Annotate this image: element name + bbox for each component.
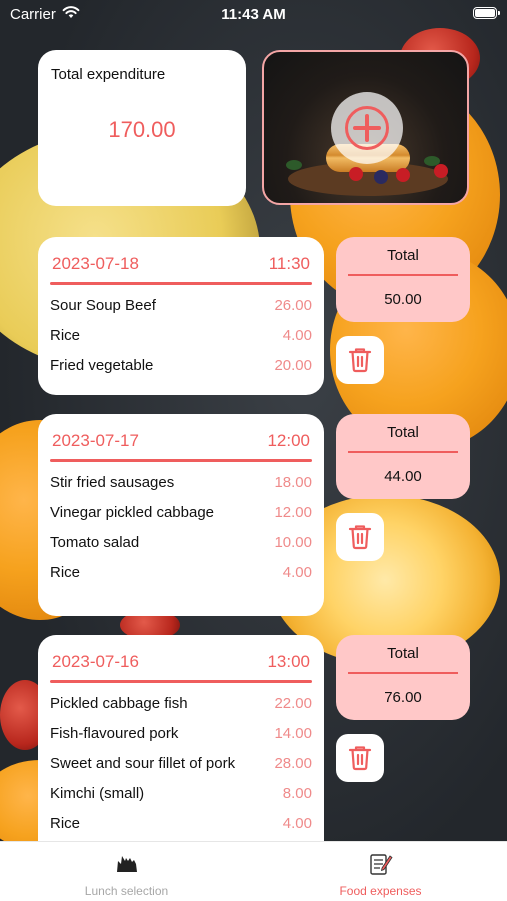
trash-icon [348, 348, 372, 373]
tab-label: Food expenses [339, 884, 422, 898]
item-name: Stir fried sausages [50, 474, 175, 491]
list-item: Vinegar pickled cabbage 12.00 [50, 502, 312, 524]
item-price: 12.00 [274, 504, 312, 521]
list-item: Fish-flavoured pork 14.00 [50, 723, 312, 745]
list-item: Sweet and sour fillet of pork 28.00 [50, 753, 312, 775]
record-date: 2023-07-18 [52, 254, 139, 273]
record-total-box: Total 44.00 [336, 414, 470, 499]
list-item: Stir fried sausages 18.00 [50, 472, 312, 494]
item-price: 10.00 [274, 534, 312, 551]
divider [348, 451, 458, 453]
list-item: Sour Soup Beef 26.00 [50, 295, 312, 317]
item-name: Kimchi (small) [50, 785, 145, 802]
divider [50, 459, 312, 462]
list-item: Pickled cabbage fish 22.00 [50, 693, 312, 715]
trash-icon [348, 525, 372, 550]
record-time: 13:00 [267, 652, 310, 671]
record-date: 2023-07-17 [52, 431, 139, 450]
record-date: 2023-07-16 [52, 652, 139, 671]
tab-food-expenses[interactable]: Food expenses [254, 842, 507, 901]
expense-record[interactable]: 2023-07-17 12:00 Stir fried sausages 18.… [38, 414, 324, 616]
total-expenditure-label: Total expenditure [51, 66, 166, 83]
item-name: Rice [50, 564, 81, 581]
list-item: Rice 4.00 [50, 813, 312, 835]
list-item: Kimchi (small) 8.00 [50, 783, 312, 805]
divider [50, 680, 312, 683]
item-price: 18.00 [274, 474, 312, 491]
item-name: Sweet and sour fillet of pork [50, 755, 236, 772]
list-item: Rice 4.00 [50, 325, 312, 347]
receipt-pen-icon [369, 854, 393, 875]
tab-label: Lunch selection [84, 884, 169, 898]
item-name: Sour Soup Beef [50, 297, 156, 314]
divider [348, 672, 458, 674]
item-price: 22.00 [274, 695, 312, 712]
divider [50, 282, 312, 285]
record-total-box: Total 50.00 [336, 237, 470, 322]
item-price: 4.00 [282, 815, 312, 832]
battery-icon [473, 7, 500, 19]
item-name: Rice [50, 815, 81, 832]
delete-record-button[interactable] [336, 336, 384, 384]
item-name: Rice [50, 327, 81, 344]
item-name: Fish-flavoured pork [50, 725, 179, 742]
list-item: Rice 4.00 [50, 562, 312, 584]
total-label: Total [387, 424, 419, 441]
total-expenditure-amount: 170.00 [108, 117, 176, 142]
expense-record[interactable]: 2023-07-16 13:00 Pickled cabbage fish 22… [38, 635, 324, 865]
add-meal-button[interactable] [331, 92, 403, 164]
meal-photo-card[interactable] [262, 50, 469, 205]
list-item: Fried vegetable 20.00 [50, 355, 312, 377]
total-value: 50.00 [384, 291, 422, 308]
tab-bar: Lunch selection Food expenses [0, 841, 507, 901]
item-price: 4.00 [282, 564, 312, 581]
item-name: Pickled cabbage fish [50, 695, 188, 712]
record-time: 11:30 [268, 254, 310, 273]
tab-lunch-selection[interactable]: Lunch selection [0, 842, 253, 901]
total-label: Total [387, 645, 419, 662]
item-price: 4.00 [282, 327, 312, 344]
total-value: 76.00 [384, 689, 422, 706]
total-label: Total [387, 247, 419, 264]
record-total-box: Total 76.00 [336, 635, 470, 720]
item-name: Vinegar pickled cabbage [50, 504, 215, 521]
delete-record-button[interactable] [336, 734, 384, 782]
item-price: 28.00 [274, 755, 312, 772]
item-price: 14.00 [274, 725, 312, 742]
trash-icon [348, 746, 372, 771]
expense-record[interactable]: 2023-07-18 11:30 Sour Soup Beef 26.00 Ri… [38, 237, 324, 395]
item-price: 26.00 [274, 297, 312, 314]
item-price: 20.00 [274, 357, 312, 374]
clock: 11:43 AM [221, 6, 286, 23]
item-name: Fried vegetable [50, 357, 154, 374]
cooking-pot-icon [116, 856, 137, 872]
status-bar: Carrier 11:43 AM [0, 0, 507, 30]
list-item: Tomato salad 10.00 [50, 532, 312, 554]
delete-record-button[interactable] [336, 513, 384, 561]
item-name: Tomato salad [50, 534, 140, 551]
total-value: 44.00 [384, 468, 422, 485]
total-expenditure-card: Total expenditure 170.00 [38, 50, 246, 206]
item-price: 8.00 [282, 785, 312, 802]
divider [348, 274, 458, 276]
record-time: 12:00 [267, 431, 310, 450]
